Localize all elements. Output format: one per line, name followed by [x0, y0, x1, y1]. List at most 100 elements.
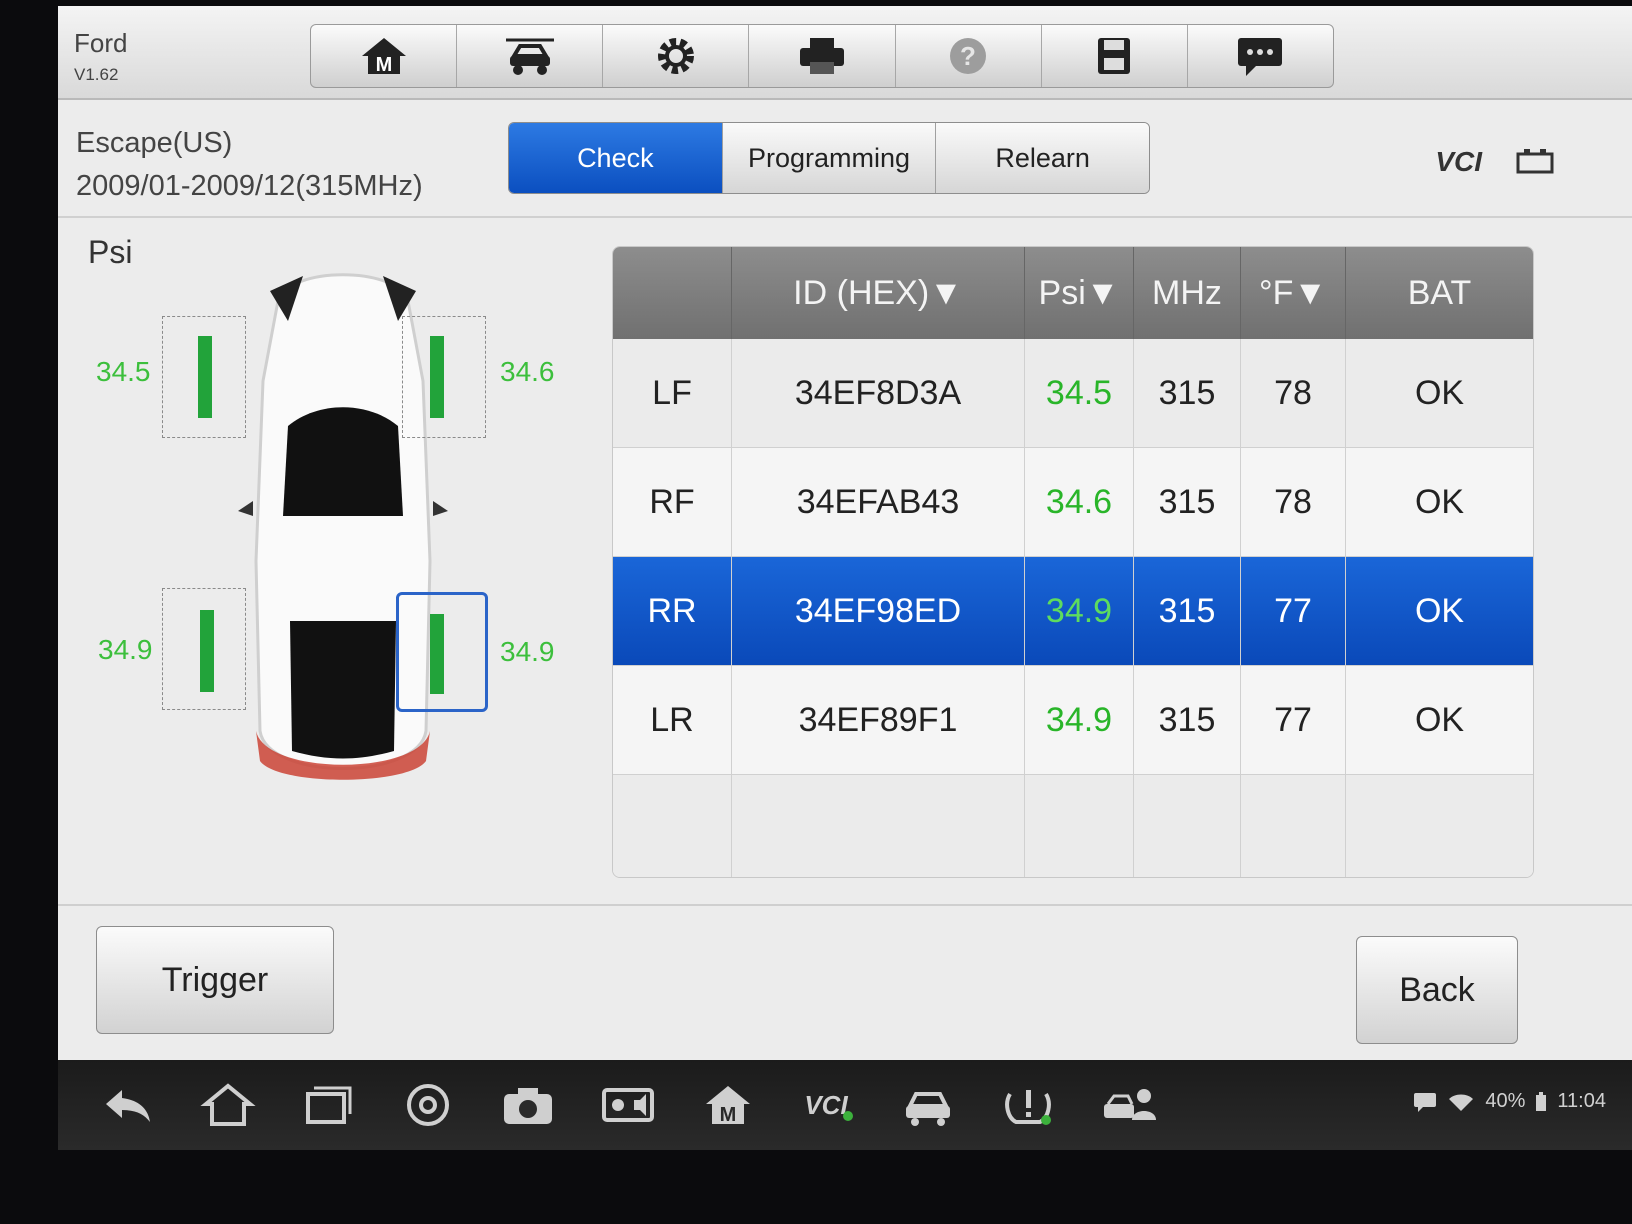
- tire-bar-rf: [430, 336, 444, 418]
- help-icon: ?: [950, 38, 987, 74]
- brand-info: Ford V1.62: [74, 28, 127, 85]
- unit-label: Psi: [88, 234, 133, 270]
- battery-percent: 40%: [1485, 1090, 1526, 1112]
- footer-divider: [58, 904, 1632, 906]
- vehicle-lift-button[interactable]: [457, 25, 604, 87]
- cell-empty: [1025, 775, 1134, 877]
- cell-bat: OK: [1414, 591, 1465, 630]
- table-row[interactable]: RF 34EFAB43 34.6 315 78 OK: [613, 448, 1533, 557]
- save-icon: [1098, 38, 1131, 74]
- cell-temp: 77: [1241, 666, 1346, 774]
- tab-relearn[interactable]: Relearn: [936, 123, 1149, 193]
- cell-psi: 34.9: [1025, 666, 1134, 774]
- table-row-selected[interactable]: RR 34EF98ED 34.9 315 77 OK: [613, 557, 1533, 666]
- car-user-icon: [1104, 1089, 1156, 1120]
- tire-value-rf: 34.6: [500, 356, 555, 387]
- car-icon: [906, 1092, 950, 1126]
- tablet-screen: Ford V1.62 M ? Escape(US) 2009/01-2009/1…: [58, 6, 1632, 1150]
- print-button[interactable]: [749, 25, 896, 87]
- nav-recent-button[interactable]: [278, 1075, 378, 1135]
- cell-empty: [732, 775, 1025, 877]
- tire-bar-lr: [200, 610, 214, 692]
- camera-icon: [504, 1088, 552, 1124]
- status-bar: 40% 11:04: [1413, 1090, 1606, 1113]
- home-m-icon: M: [361, 38, 406, 76]
- tire-value-lf: 34.5: [96, 356, 151, 387]
- col-id-hex[interactable]: ID (HEX)▼: [732, 247, 1025, 339]
- car-lift-icon: [505, 38, 554, 75]
- back-arrow-icon: [106, 1090, 150, 1122]
- nav-service-button[interactable]: [1078, 1075, 1178, 1135]
- tpms-warning-icon: [1005, 1090, 1051, 1125]
- table-row-empty: [613, 775, 1533, 877]
- toolbar-button-group: M ?: [310, 24, 1334, 88]
- col-mhz: MHz: [1134, 247, 1241, 339]
- cell-position: LR: [613, 666, 732, 774]
- nav-vehicle-button[interactable]: [878, 1075, 978, 1135]
- cell-mhz: 315: [1134, 339, 1241, 447]
- brightness-volume-icon: [602, 1088, 654, 1122]
- cell-mhz: 315: [1134, 448, 1241, 556]
- top-toolbar: Ford V1.62 M ?: [58, 6, 1632, 100]
- vehicle-info: Escape(US) 2009/01-2009/12(315MHz): [76, 122, 423, 208]
- col-temp[interactable]: °F▼: [1241, 247, 1346, 339]
- nav-vci-button[interactable]: VCI: [778, 1075, 878, 1135]
- vci-status: VCI: [1435, 146, 1482, 178]
- clock: 11:04: [1557, 1090, 1606, 1112]
- cell-position: RR: [613, 557, 732, 665]
- tire-bar-rr: [430, 614, 444, 694]
- nav-display-button[interactable]: [578, 1075, 678, 1135]
- recent-apps-icon: [306, 1086, 352, 1124]
- message-icon: [1238, 38, 1283, 76]
- svg-text:?: ?: [960, 41, 976, 71]
- nav-back-button[interactable]: [78, 1075, 178, 1135]
- cell-bat: OK: [1414, 700, 1465, 739]
- cell-empty: [1346, 775, 1533, 877]
- cell-mhz: 315: [1134, 557, 1241, 665]
- svg-text:VCI: VCI: [804, 1090, 848, 1120]
- chat-icon: [1414, 1092, 1437, 1112]
- vci-label: VCI: [1435, 146, 1482, 177]
- help-button[interactable]: ?: [896, 25, 1042, 87]
- nav-home-button[interactable]: [178, 1075, 278, 1135]
- home-button[interactable]: M: [311, 25, 458, 87]
- cell-psi: 34.9: [1025, 557, 1134, 665]
- message-button[interactable]: [1188, 25, 1333, 87]
- table-row[interactable]: LR 34EF89F1 34.9 315 77 OK: [613, 666, 1533, 775]
- cell-empty: [1241, 775, 1346, 877]
- cell-position: LF: [613, 339, 732, 447]
- tab-programming[interactable]: Programming: [722, 123, 937, 193]
- function-tabs: Check Programming Relearn: [508, 122, 1150, 194]
- tire-box-rf[interactable]: [402, 316, 486, 438]
- tire-value-rr: 34.9: [500, 636, 555, 667]
- cell-id: 34EF98ED: [732, 557, 1025, 665]
- tab-check[interactable]: Check: [509, 123, 723, 193]
- printer-icon: [799, 38, 844, 74]
- nav-camera-button[interactable]: [478, 1075, 578, 1135]
- cell-temp: 78: [1241, 448, 1346, 556]
- cell-position: RF: [613, 448, 732, 556]
- chrome-icon: [407, 1084, 449, 1126]
- svg-text:M: M: [720, 1104, 737, 1126]
- cell-id: 34EF89F1: [732, 666, 1025, 774]
- vci-icon: VCI: [804, 1090, 853, 1121]
- table-row[interactable]: LF 34EF8D3A 34.5 315 78 OK: [613, 339, 1533, 448]
- trigger-button[interactable]: Trigger: [96, 926, 334, 1034]
- nav-tpms-button[interactable]: [978, 1075, 1078, 1135]
- nav-maxisys-button[interactable]: M: [678, 1075, 778, 1135]
- vehicle-year-range: 2009/01-2009/12(315MHz): [76, 170, 423, 202]
- wifi-icon: [1449, 1094, 1474, 1111]
- nav-browser-button[interactable]: [378, 1075, 478, 1135]
- col-psi[interactable]: Psi▼: [1025, 247, 1134, 339]
- cell-empty: [613, 775, 732, 877]
- battery-icon: [1516, 149, 1554, 174]
- cell-temp: 77: [1241, 557, 1346, 665]
- cell-id: 34EF8D3A: [732, 339, 1025, 447]
- cell-psi: 34.6: [1025, 448, 1134, 556]
- settings-button[interactable]: [603, 25, 750, 87]
- table-header: ID (HEX)▼ Psi▼ MHz °F▼ BAT: [613, 247, 1533, 339]
- vehicle-make: Ford: [74, 28, 128, 58]
- save-button[interactable]: [1042, 25, 1188, 87]
- back-button[interactable]: Back: [1356, 936, 1518, 1044]
- software-version: V1.62: [74, 65, 119, 84]
